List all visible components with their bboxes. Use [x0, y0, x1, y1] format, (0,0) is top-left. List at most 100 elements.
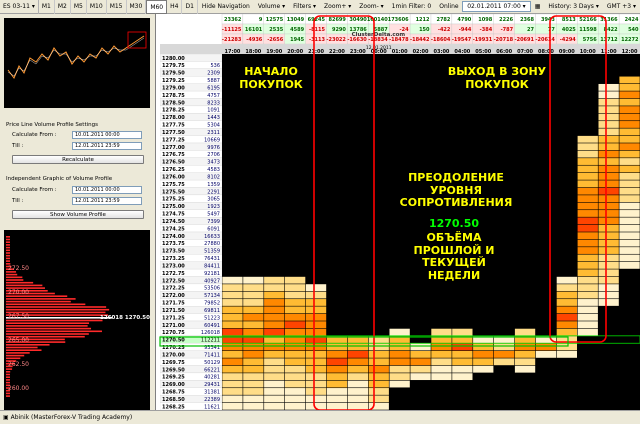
- cluster-cell: [598, 232, 619, 240]
- filters-menu[interactable]: Filters ▾: [289, 0, 320, 14]
- stats-value: -19547: [452, 37, 472, 43]
- profile-bar: [6, 244, 10, 246]
- till-input[interactable]: 12.01.2011 23:59: [72, 142, 142, 150]
- price-volume: 2291: [207, 189, 220, 195]
- cluster-cell: [285, 402, 306, 410]
- history-menu[interactable]: History: 3 Days ▾: [544, 0, 602, 14]
- timeframe-d1[interactable]: D1: [182, 0, 198, 14]
- timeframe-m15[interactable]: M15: [107, 0, 127, 14]
- cluster-cell: [264, 358, 285, 366]
- price-volume: 69811: [204, 308, 220, 314]
- timeframe-h4[interactable]: H4: [167, 0, 183, 14]
- symbol-selector[interactable]: ES 03-11 ▾: [0, 0, 39, 14]
- stats-value: -19931: [473, 37, 493, 43]
- cluster-cell: [285, 388, 306, 395]
- cluster-cell: [243, 291, 264, 299]
- timeframe-m1[interactable]: M1: [39, 0, 55, 14]
- price-volume: 29431: [204, 382, 220, 388]
- cluster-cell: [598, 276, 619, 284]
- cluster-cell: [598, 91, 619, 99]
- profile-bar: [6, 325, 88, 327]
- profile-bar: [6, 252, 10, 254]
- price-volume: 40281: [204, 375, 220, 381]
- timeframe-m30[interactable]: M30: [127, 0, 147, 14]
- cluster-cell: [619, 165, 640, 173]
- price-label: 1278.50: [162, 100, 185, 106]
- cluster-cell: [619, 210, 640, 217]
- stats-value: 52166: [579, 17, 597, 23]
- stats-value: 2226: [499, 17, 513, 23]
- cluster-cell: [598, 299, 619, 306]
- cluster-cell: [222, 343, 243, 351]
- volumes-annotation: ОБЪЁМА ПРОШЛОЙ И ТЕКУЩЕЙ НЕДЕЛИ: [413, 231, 495, 282]
- cluster-cell: [305, 321, 327, 329]
- cluster-cell: [619, 232, 640, 240]
- volume-label: Volume: [257, 2, 281, 10]
- timeframe-m10[interactable]: M10: [87, 0, 107, 14]
- price-volume: 60491: [204, 323, 220, 329]
- price-label: 1279.25: [162, 78, 185, 84]
- recalculate-button[interactable]: Recalculate: [12, 155, 144, 164]
- profile-bar: [6, 276, 23, 279]
- zoom-in-menu[interactable]: Zoom+ ▾: [320, 0, 355, 14]
- cluster-cell: [285, 373, 306, 381]
- price-volume: 1359: [207, 182, 220, 188]
- cluster-cell: [535, 336, 557, 343]
- cluster-cell: [598, 239, 619, 247]
- cluster-cell: [285, 328, 306, 336]
- till-input-2[interactable]: 12.01.2011 23:59: [72, 197, 142, 205]
- cluster-cell: [598, 172, 619, 180]
- cluster-cell: [619, 195, 640, 203]
- cluster-cell: [556, 350, 577, 358]
- cluster-cell: [577, 180, 598, 188]
- cluster-cell: [305, 388, 327, 395]
- price-label: 1271.50: [162, 308, 185, 314]
- volume-profile-chart: 272.50 270.00 267.50 265.00 262.50 260.00 1260…: [4, 230, 150, 410]
- stats-value: -787: [501, 27, 514, 33]
- price-volume: 2706: [207, 152, 220, 158]
- calendar-icon[interactable]: ▦: [531, 0, 545, 14]
- calc-from-input[interactable]: 10.01.2011 00:00: [72, 131, 142, 139]
- stats-value: -18604: [431, 37, 451, 43]
- cluster-cell: [619, 261, 640, 269]
- cluster-cell: [494, 358, 515, 366]
- cluster-cell: [577, 232, 598, 240]
- stats-value: 8513: [562, 17, 576, 23]
- cluster-cell: [243, 306, 264, 314]
- calc-from-input-2[interactable]: 10.01.2011 00:00: [72, 186, 142, 194]
- cluster-cell: [619, 172, 640, 180]
- zoom-out-menu[interactable]: Zoom- ▾: [355, 0, 387, 14]
- gmt-menu[interactable]: GMT +3 ▾: [603, 0, 640, 14]
- cluster-cell: [305, 358, 327, 366]
- volume-menu[interactable]: Volume ▾: [254, 0, 289, 14]
- cluster-cell: [368, 380, 389, 388]
- cluster-cell: [577, 172, 598, 180]
- cluster-cell: [326, 380, 348, 388]
- timeframe-m5[interactable]: M5: [71, 0, 87, 14]
- price-volume: 126018: [201, 330, 220, 336]
- timeframe-m60[interactable]: M60: [146, 0, 168, 14]
- stats-corner: [160, 14, 222, 44]
- symbol-label: ES 03-11: [3, 2, 30, 10]
- cluster-cell: [243, 328, 264, 336]
- filters-label: Filters: [293, 2, 312, 10]
- price-label: 1273.00: [162, 263, 185, 269]
- datetime-field[interactable]: 02.01.2011 07:00 ▾: [462, 1, 531, 12]
- cluster-cell: [285, 350, 306, 358]
- profile-bar: [6, 300, 71, 303]
- stats-value: -20691: [515, 37, 535, 43]
- cluster-cell: [389, 350, 410, 358]
- cluster-cell: [368, 365, 389, 373]
- cluster-cell: [577, 299, 598, 306]
- cluster-cell: [410, 358, 431, 366]
- price-label: 1279.00: [162, 85, 185, 91]
- price-volume: 71411: [204, 352, 220, 358]
- cluster-cell: [556, 336, 577, 343]
- cluster-cell: [326, 336, 348, 343]
- price-volume: 84411: [204, 263, 220, 269]
- show-volume-profile-button[interactable]: Show Volume Profile: [12, 210, 144, 219]
- cluster-cell: [431, 350, 452, 358]
- hide-navigation-button[interactable]: Hide Navigation: [198, 0, 254, 14]
- timeframe-m2[interactable]: M2: [55, 0, 71, 14]
- stats-value: 1098: [478, 17, 492, 23]
